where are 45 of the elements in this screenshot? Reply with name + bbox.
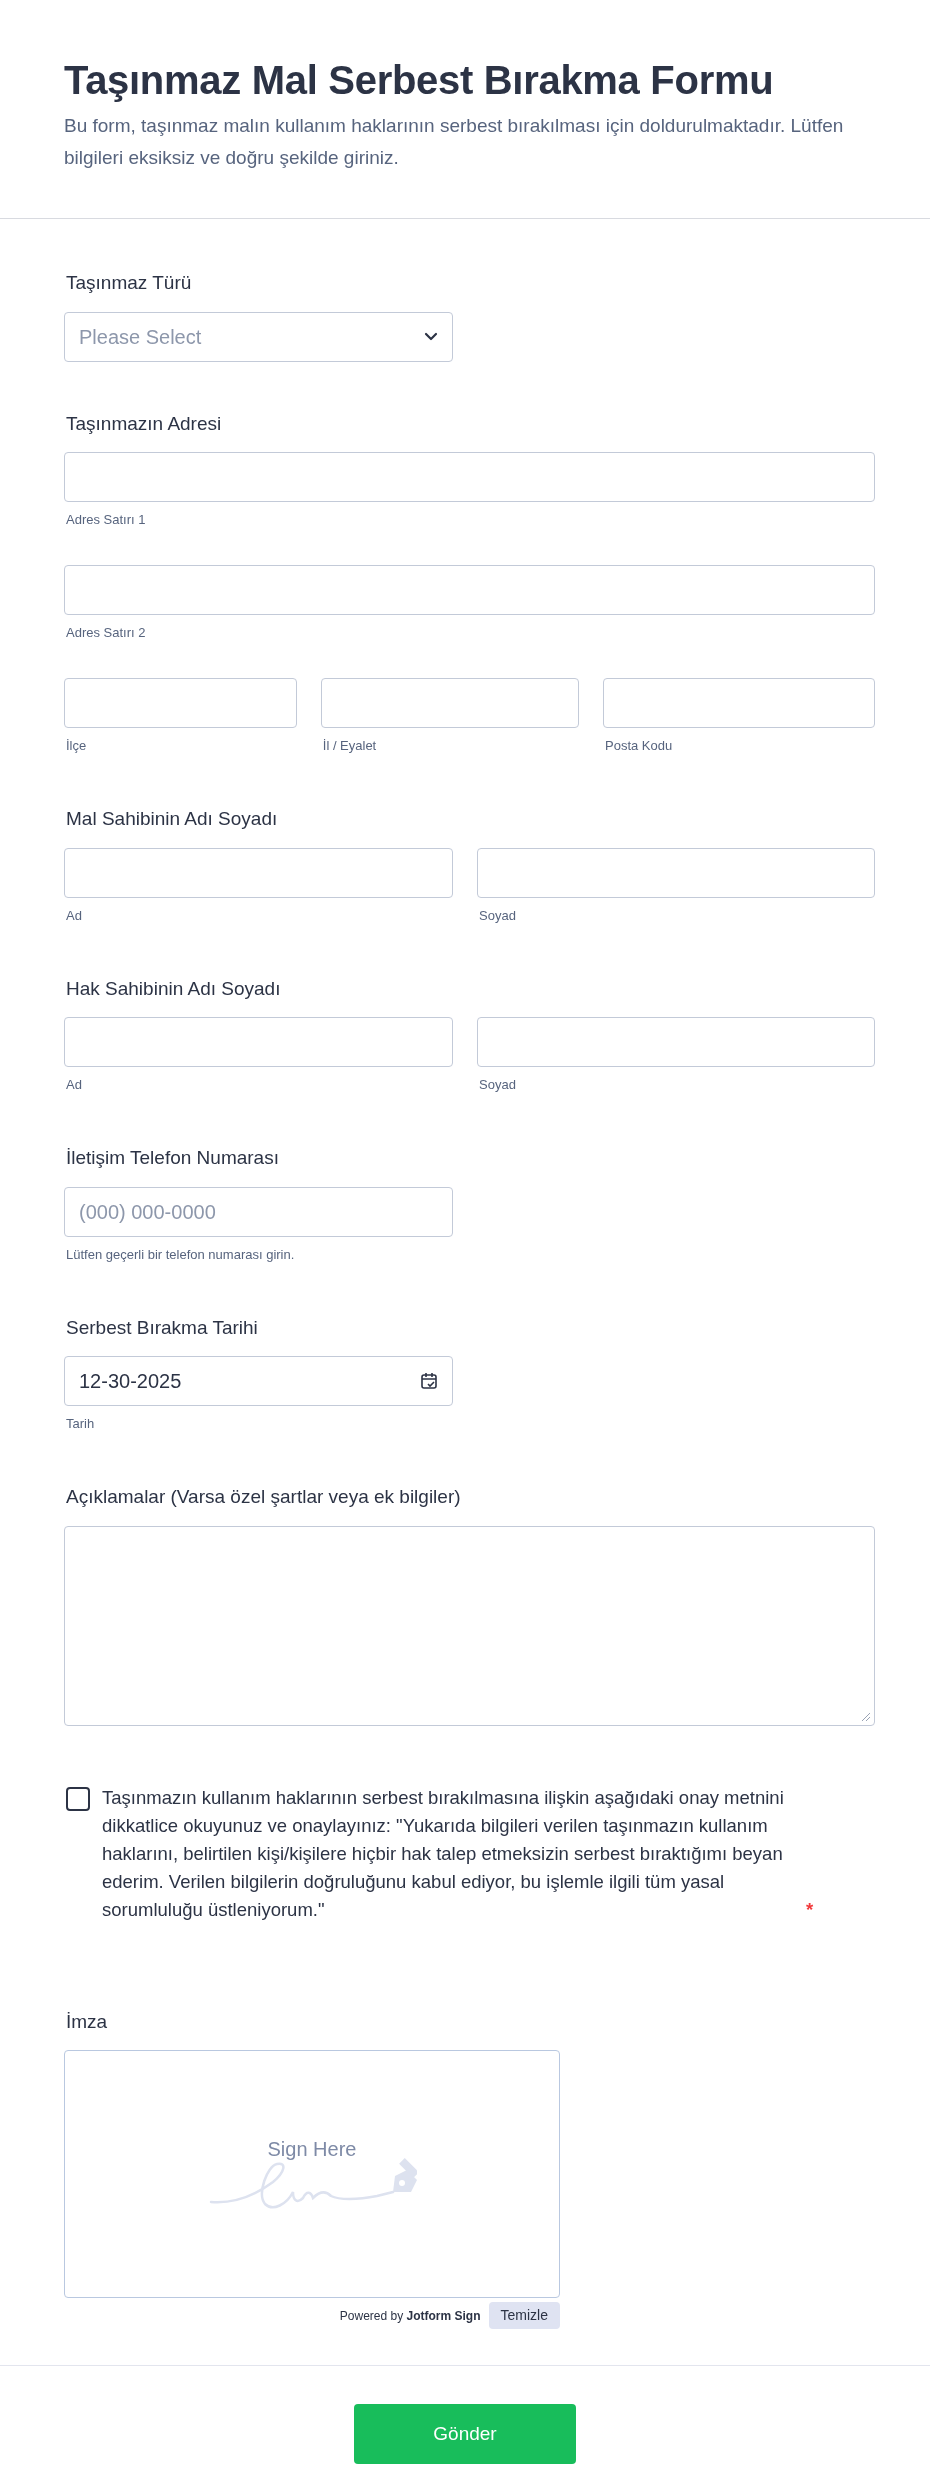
field-label: Taşınmaz Türü [65,271,192,295]
chevron-down-icon [424,331,438,342]
input-field[interactable] [64,678,297,728]
resize-handle-icon [861,1711,871,1722]
phone-field[interactable]: (000) 000-0000 [64,1186,453,1237]
field-sublabel: Adres Satırı 2 [65,624,146,642]
submit-button[interactable]: Gönder [354,2404,576,2464]
checkbox[interactable] [66,1786,90,1811]
date-field[interactable]: 12-30-2025 [64,1356,453,1406]
field-sublabel: Lütfen geçerli bir telefon numarası girin. [65,1245,295,1264]
form-description: Bu form, taşınmaz malın kullanım haklarının serbest bırakılması için doldurulmaktadır. Lütfen bilgileri eksiksiz ve doğru şekilde giriniz. [64,114,845,170]
consent-text: Taşınmazın kullanım haklarının serbest bırakılmasına ilişkin aşağıdaki onay metnini dikkatlice okuyunuz ve onaylayınız: "Yukarıda bilgileri verilen taşınmazın kullanım haklarını, belirtilen kişi/kişilere hiçbir hak talep etmeksizin serbest bıraktığımı beyan ederim. Verilen bilgilerin doğruluğunu kabul ediyor, bu işlemle ilgili tüm yasal sorumluluğu üstleniyorum." [102,1785,785,1922]
field-label: Taşınmazın Adresi [65,411,222,436]
field-sublabel: İl / Eyalet [321,737,377,755]
input-field[interactable] [64,1017,454,1067]
input-field[interactable] [320,678,579,728]
clear-button[interactable]: Temizle [488,2302,560,2329]
input-field[interactable] [64,565,875,615]
textarea-field[interactable] [64,1525,875,1726]
signature-pad[interactable]: Sign Here [64,2050,560,2298]
input-field[interactable] [64,847,454,898]
field-sublabel: İlçe [65,737,87,755]
field-label: Serbest Bırakma Tarihi [65,1315,258,1340]
field-sublabel: Adres Satırı 1 [65,511,146,529]
input-field[interactable] [603,678,875,728]
field-label: Açıklamalar (Varsa özel şartlar veya ek bilgiler) [65,1485,461,1509]
calendar-icon [420,1372,438,1390]
field-label: İletişim Telefon Numarası [65,1146,279,1170]
input-field[interactable] [64,452,875,502]
field-sublabel: Tarih [65,1415,95,1433]
field-sublabel: Ad [65,906,82,925]
field-label: İmza [65,2009,108,2034]
powered-by-text: Powered by Jotform Sign [339,2307,481,2325]
field-sublabel: Ad [65,1076,82,1094]
form-title: Taşınmaz Mal Serbest Bırakma Formu [64,57,775,104]
field-label: Hak Sahibinin Adı Soyadı [65,976,281,1001]
field-label: Mal Sahibinin Adı Soyadı [65,807,278,831]
input-field[interactable] [477,1017,875,1067]
field-sublabel: Posta Kodu [604,737,673,755]
sign-here-text: Sign Here [267,2137,357,2162]
select-field[interactable]: Please Select [64,311,453,362]
field-sublabel: Soyad [478,906,516,925]
required-mark: * [806,1897,814,1922]
field-sublabel: Soyad [478,1076,516,1094]
input-field[interactable] [477,847,875,898]
